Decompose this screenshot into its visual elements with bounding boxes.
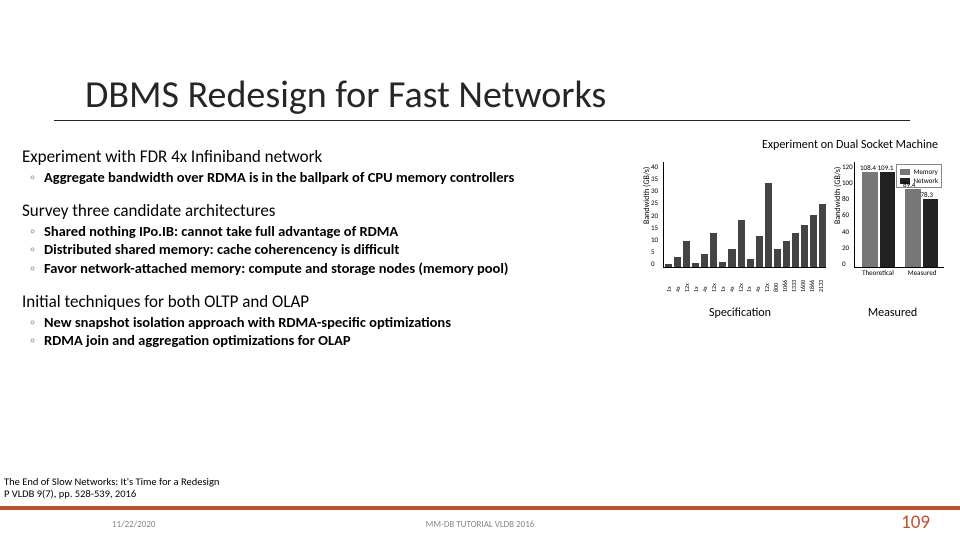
measured-chart: Bandwidth (GB/s) 020406080100120 Memory … <box>836 154 948 294</box>
title-underline <box>54 120 910 121</box>
footer-center: MM-DB TUTORIAL VLDB 2016 <box>0 519 960 530</box>
page-title: DBMS Redesign for Fast Networks <box>85 72 606 118</box>
bullet: New snapshot isolation approach with RDM… <box>22 314 650 331</box>
content-body: Experiment with FDR 4x Infiniband networ… <box>22 140 650 349</box>
section-heading: Survey three candidate architectures <box>22 200 650 221</box>
footer-rule <box>0 506 960 510</box>
bullet: Distributed shared memory: cache coheren… <box>22 241 650 258</box>
bullet: Shared nothing IPo.IB: cannot take full … <box>22 223 650 240</box>
y-ticks: 0510152025303540 <box>651 162 663 268</box>
chart-caption: Specification <box>645 306 835 320</box>
bullet: Aggregate bandwidth over RDMA is in the … <box>22 169 650 186</box>
section-heading: Initial techniques for both OLTP and OLA… <box>22 291 650 312</box>
y-ticks: 020406080100120 <box>842 162 854 268</box>
chart-caption: Measured <box>835 306 950 320</box>
section-heading: Experiment with FDR 4x Infiniband networ… <box>22 146 650 167</box>
bullet: Favor network-attached memory: compute a… <box>22 260 650 277</box>
figure-title: Experiment on Dual Socket Machine <box>645 138 950 152</box>
citation: The End of Slow Networks: It's Time for … <box>4 476 219 500</box>
figure-block: Experiment on Dual Socket Machine Bandwi… <box>645 138 950 320</box>
bullet: RDMA join and aggregation optimizations … <box>22 332 650 349</box>
spec-chart: Bandwidth (GB/s) 0510152025303540 1x4x12… <box>645 154 830 294</box>
page-number: 109 <box>901 511 930 534</box>
